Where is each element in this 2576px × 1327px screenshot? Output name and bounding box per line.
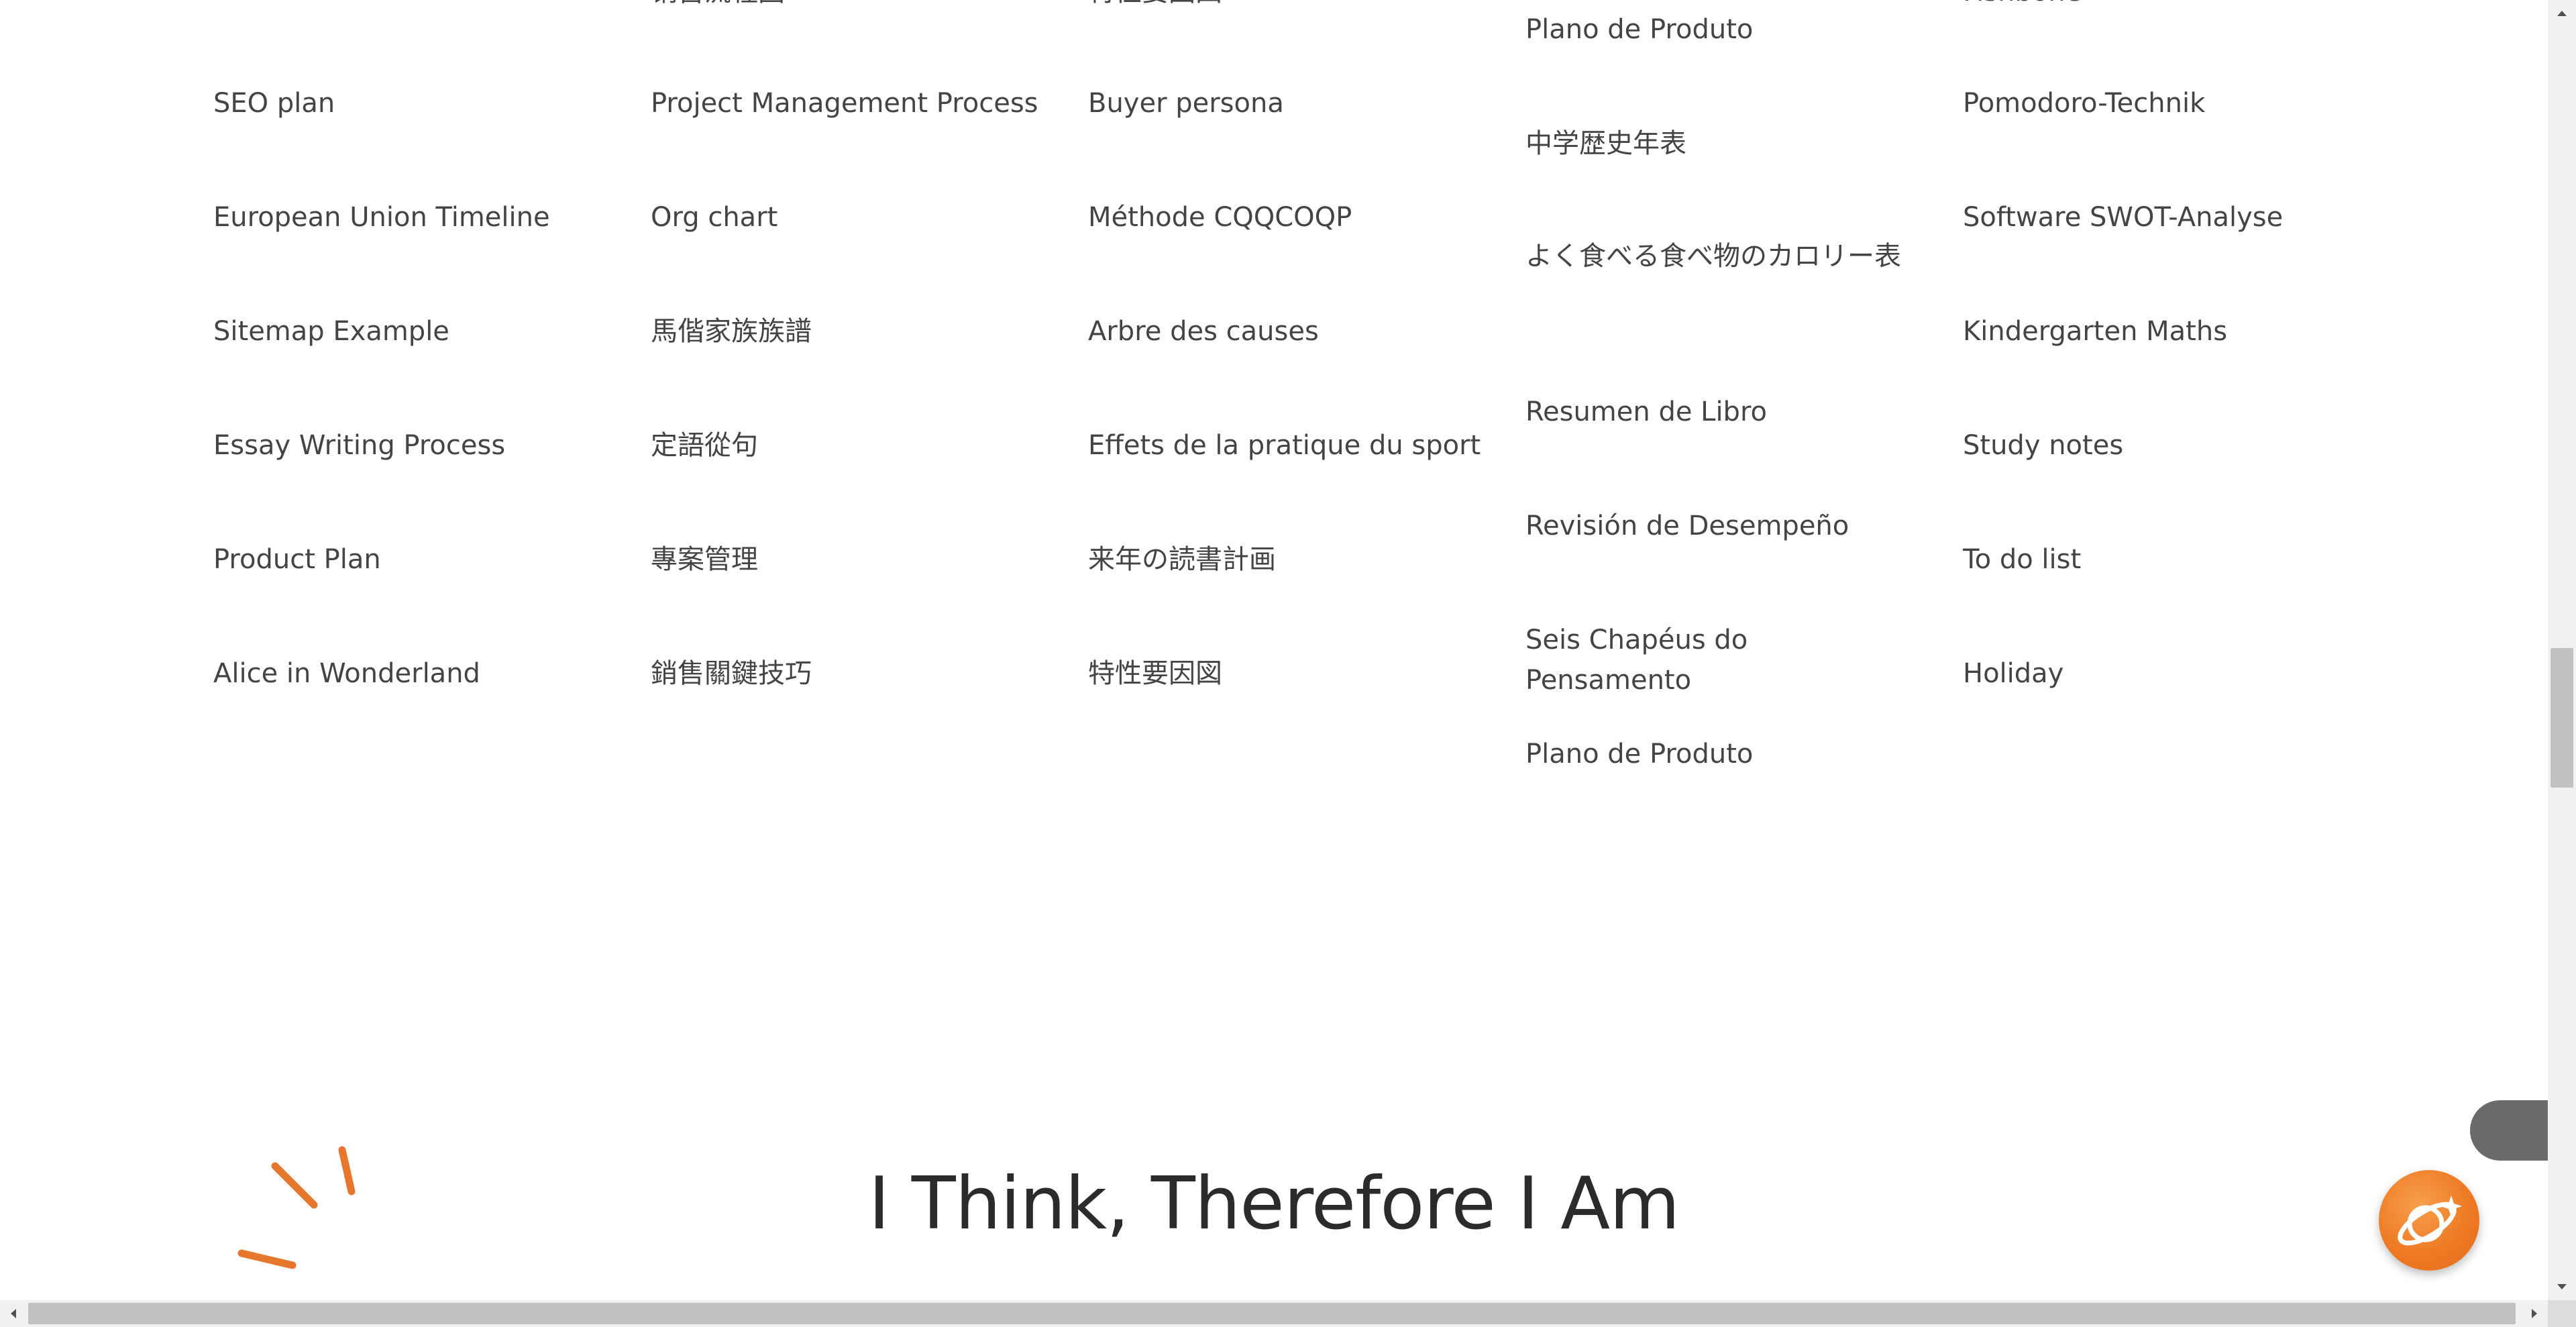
- planet-sparkle-icon: [2398, 1196, 2462, 1246]
- template-link[interactable]: 專案管理: [651, 539, 1046, 580]
- scroll-left-arrow-icon[interactable]: [0, 1300, 28, 1327]
- template-link[interactable]: Study notes: [1963, 425, 2359, 466]
- template-link[interactable]: Holiday: [1963, 653, 2359, 694]
- template-link[interactable]: 銷售關鍵技巧: [651, 653, 1046, 694]
- scroll-up-arrow-icon[interactable]: [2548, 0, 2576, 27]
- template-link-cut[interactable]: Fishbone: [1963, 0, 2359, 12]
- template-link[interactable]: 中学歴史年表: [1525, 123, 1921, 164]
- template-link[interactable]: よく食べる食べ物のカロリー表: [1525, 236, 1901, 276]
- assistant-button[interactable]: [2379, 1170, 2479, 1271]
- horizontal-scrollbar-thumb[interactable]: [28, 1303, 2516, 1324]
- template-link[interactable]: Revisión de Desempeño: [1525, 506, 1921, 546]
- template-link[interactable]: Pomodoro-Technik: [1963, 83, 2359, 123]
- horizontal-scrollbar[interactable]: [0, 1300, 2576, 1327]
- template-link[interactable]: Sitemap Example: [213, 311, 609, 352]
- scrollbar-corner: [2548, 1300, 2576, 1327]
- section-headline: I Think, Therefore I Am: [868, 1162, 1680, 1246]
- template-link[interactable]: Org chart: [651, 197, 1046, 237]
- template-link[interactable]: Méthode CQQCOQP: [1088, 197, 1484, 237]
- vertical-scrollbar[interactable]: [2548, 0, 2576, 1300]
- side-feedback-tab[interactable]: [2470, 1100, 2548, 1161]
- template-link[interactable]: Software SWOT-Analyse: [1963, 197, 2359, 237]
- template-link[interactable]: Effets de la pratique du sport: [1088, 425, 1484, 466]
- template-link[interactable]: Plano de Produto: [1525, 9, 1921, 50]
- template-link[interactable]: Seis Chapéus do Pensamento: [1525, 620, 1921, 700]
- scroll-down-arrow-icon[interactable]: [2548, 1273, 2576, 1300]
- template-link[interactable]: 定語從句: [651, 425, 1046, 466]
- template-link[interactable]: Product Plan: [213, 539, 609, 580]
- template-link[interactable]: To do list: [1963, 539, 2359, 580]
- scroll-right-arrow-icon[interactable]: [2520, 1300, 2548, 1327]
- template-link[interactable]: European Union Timeline: [213, 197, 609, 237]
- template-link[interactable]: Resumen de Libro: [1525, 392, 1921, 432]
- template-link[interactable]: Alice in Wonderland: [213, 653, 609, 694]
- template-link[interactable]: Arbre des causes: [1088, 311, 1484, 352]
- template-link[interactable]: 馬偕家族族譜: [651, 311, 1046, 352]
- template-link-cut[interactable]: 销售流程图: [651, 0, 1046, 12]
- vertical-scrollbar-thumb[interactable]: [2551, 648, 2573, 788]
- template-link[interactable]: SEO plan: [213, 83, 609, 123]
- template-link[interactable]: Essay Writing Process: [213, 425, 609, 466]
- template-link[interactable]: Kindergarten Maths: [1963, 311, 2359, 352]
- page-viewport: SEO plan European Union Timeline Sitemap…: [0, 0, 2548, 1300]
- template-link[interactable]: Project Management Process: [651, 83, 1046, 123]
- template-link[interactable]: 来年の読書計画: [1088, 539, 1484, 580]
- template-link[interactable]: Buyer persona: [1088, 83, 1484, 123]
- template-link[interactable]: 特性要因図: [1088, 653, 1484, 694]
- template-link[interactable]: Plano de Produto: [1525, 734, 1921, 774]
- template-link-cut[interactable]: 特性要因図: [1088, 0, 1484, 12]
